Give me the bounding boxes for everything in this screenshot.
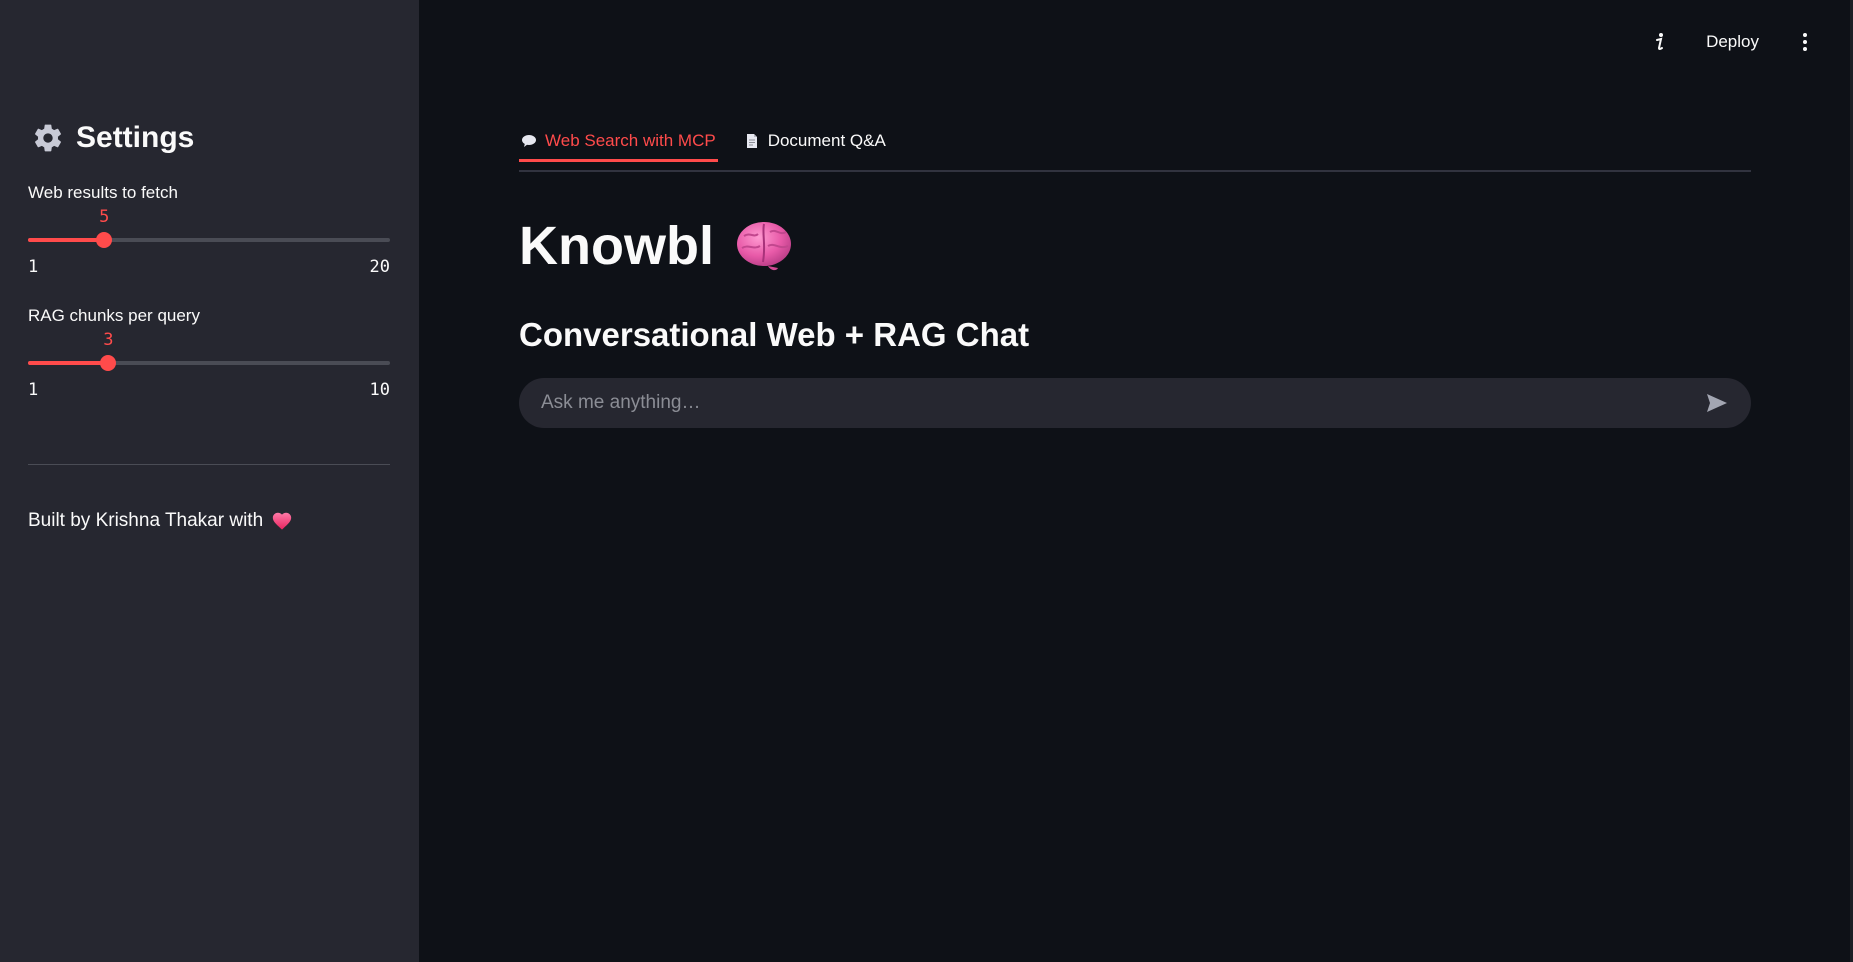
web-results-slider-block: Web results to fetch 5 1 20 xyxy=(28,183,390,279)
page-title: Knowbl xyxy=(519,215,794,277)
heart-icon xyxy=(272,512,292,530)
rag-chunks-slider-block: RAG chunks per query 3 1 10 xyxy=(28,306,390,402)
slider-max-label: 20 xyxy=(369,257,390,277)
sidebar-footer: Built by Krishna Thakar with xyxy=(28,510,293,532)
brain-icon xyxy=(736,222,791,271)
slider-current-value: 3 xyxy=(103,330,114,350)
slider-max-label: 10 xyxy=(369,380,390,400)
info-icon[interactable] xyxy=(1648,30,1672,54)
rag-chunks-slider[interactable] xyxy=(28,355,390,371)
web-results-slider[interactable] xyxy=(28,232,390,248)
tab-label: Document Q&A xyxy=(767,131,886,150)
document-icon xyxy=(746,134,757,148)
chat-input-container xyxy=(519,378,1751,428)
app-root: Settings Web results to fetch 5 1 20 RAG… xyxy=(0,0,1853,962)
sidebar-title-label: Settings xyxy=(76,121,195,154)
sidebar-title: Settings xyxy=(32,121,194,155)
slider-fill xyxy=(28,361,109,365)
tab-label: Web Search with MCP xyxy=(545,131,716,150)
send-button[interactable] xyxy=(1703,389,1731,417)
slider-thumb[interactable] xyxy=(100,355,117,371)
speech-bubble-icon xyxy=(522,135,536,147)
main-content: Deploy Web Search with MCP Document Q&A … xyxy=(419,0,1853,962)
tab-document-qa[interactable]: Document Q&A xyxy=(742,122,888,160)
send-icon xyxy=(1707,394,1727,412)
slider-current-value: 5 xyxy=(99,207,110,227)
slider-fill xyxy=(28,238,105,242)
footer-label: Built by Krishna Thakar with xyxy=(28,510,264,531)
kebab-menu-icon[interactable] xyxy=(1793,30,1817,54)
deploy-button[interactable]: Deploy xyxy=(1702,28,1763,56)
sidebar-divider xyxy=(28,464,390,465)
gear-icon xyxy=(35,124,61,152)
slider-min-label: 1 xyxy=(28,380,39,400)
tab-web-search[interactable]: Web Search with MCP xyxy=(519,122,718,162)
slider-label: Web results to fetch xyxy=(28,183,178,202)
chat-input[interactable] xyxy=(539,391,1703,415)
slider-thumb[interactable] xyxy=(96,232,113,248)
page-title-text: Knowbl xyxy=(519,216,714,276)
topbar: Deploy xyxy=(1648,28,1817,56)
sidebar: Settings Web results to fetch 5 1 20 RAG… xyxy=(0,0,419,962)
page-subtitle: Conversational Web + RAG Chat xyxy=(519,316,1030,353)
slider-label: RAG chunks per query xyxy=(28,306,200,325)
tab-bar: Web Search with MCP Document Q&A xyxy=(519,130,1751,172)
slider-min-label: 1 xyxy=(28,257,39,277)
